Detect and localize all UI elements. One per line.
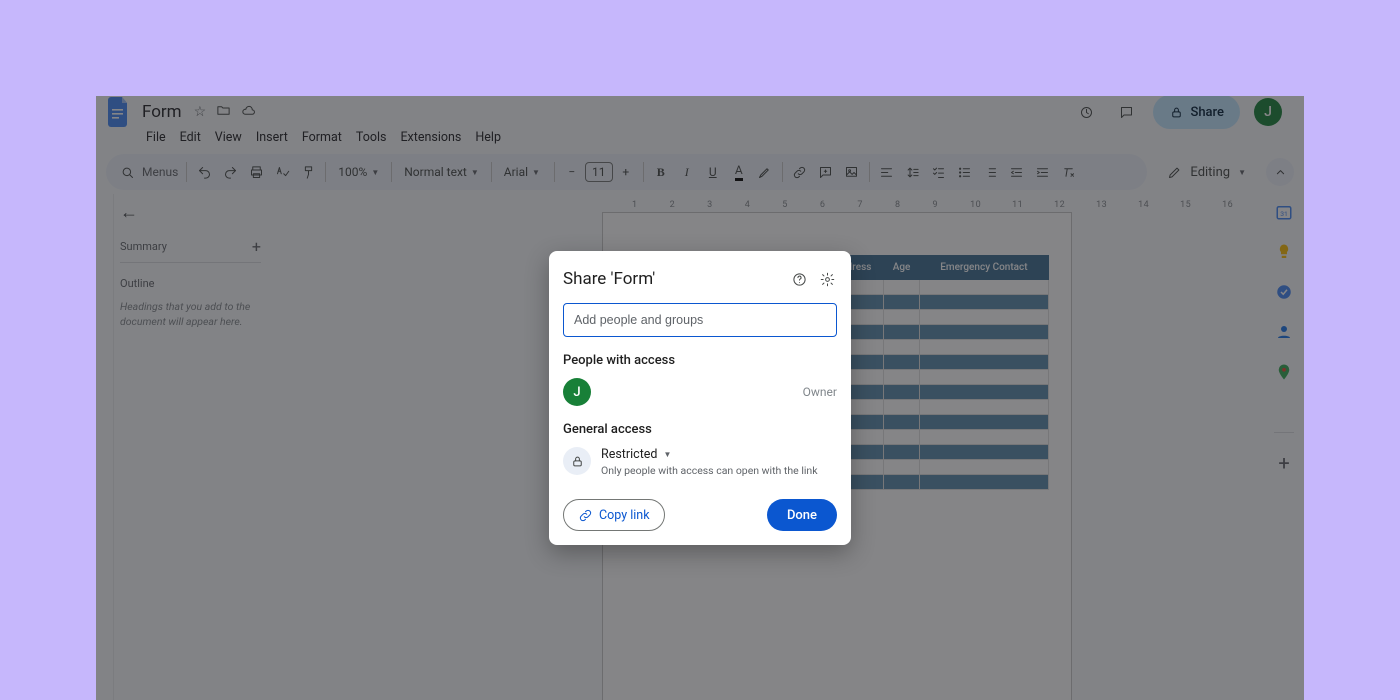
owner-row: J Owner xyxy=(563,378,837,406)
owner-avatar[interactable]: J xyxy=(563,378,591,406)
add-people-input[interactable] xyxy=(563,303,837,337)
access-level-description: Only people with access can open with th… xyxy=(601,464,818,477)
copy-link-button[interactable]: Copy link xyxy=(563,499,665,531)
general-access-row: Restricted▼ Only people with access can … xyxy=(563,447,837,477)
owner-role: Owner xyxy=(803,385,837,399)
general-access-label: General access xyxy=(563,422,837,437)
done-button[interactable]: Done xyxy=(767,499,837,531)
share-dialog: Share 'Form' People with access J Owner … xyxy=(549,251,851,545)
lock-icon xyxy=(563,447,591,475)
people-with-access-label: People with access xyxy=(563,353,837,368)
settings-icon[interactable] xyxy=(817,269,837,289)
access-level-dropdown[interactable]: Restricted▼ xyxy=(601,447,818,462)
share-dialog-title: Share 'Form' xyxy=(563,269,781,289)
google-docs-window: Form ☆ Share J File Edit View Insert For… xyxy=(96,96,1304,700)
help-icon[interactable] xyxy=(789,269,809,289)
